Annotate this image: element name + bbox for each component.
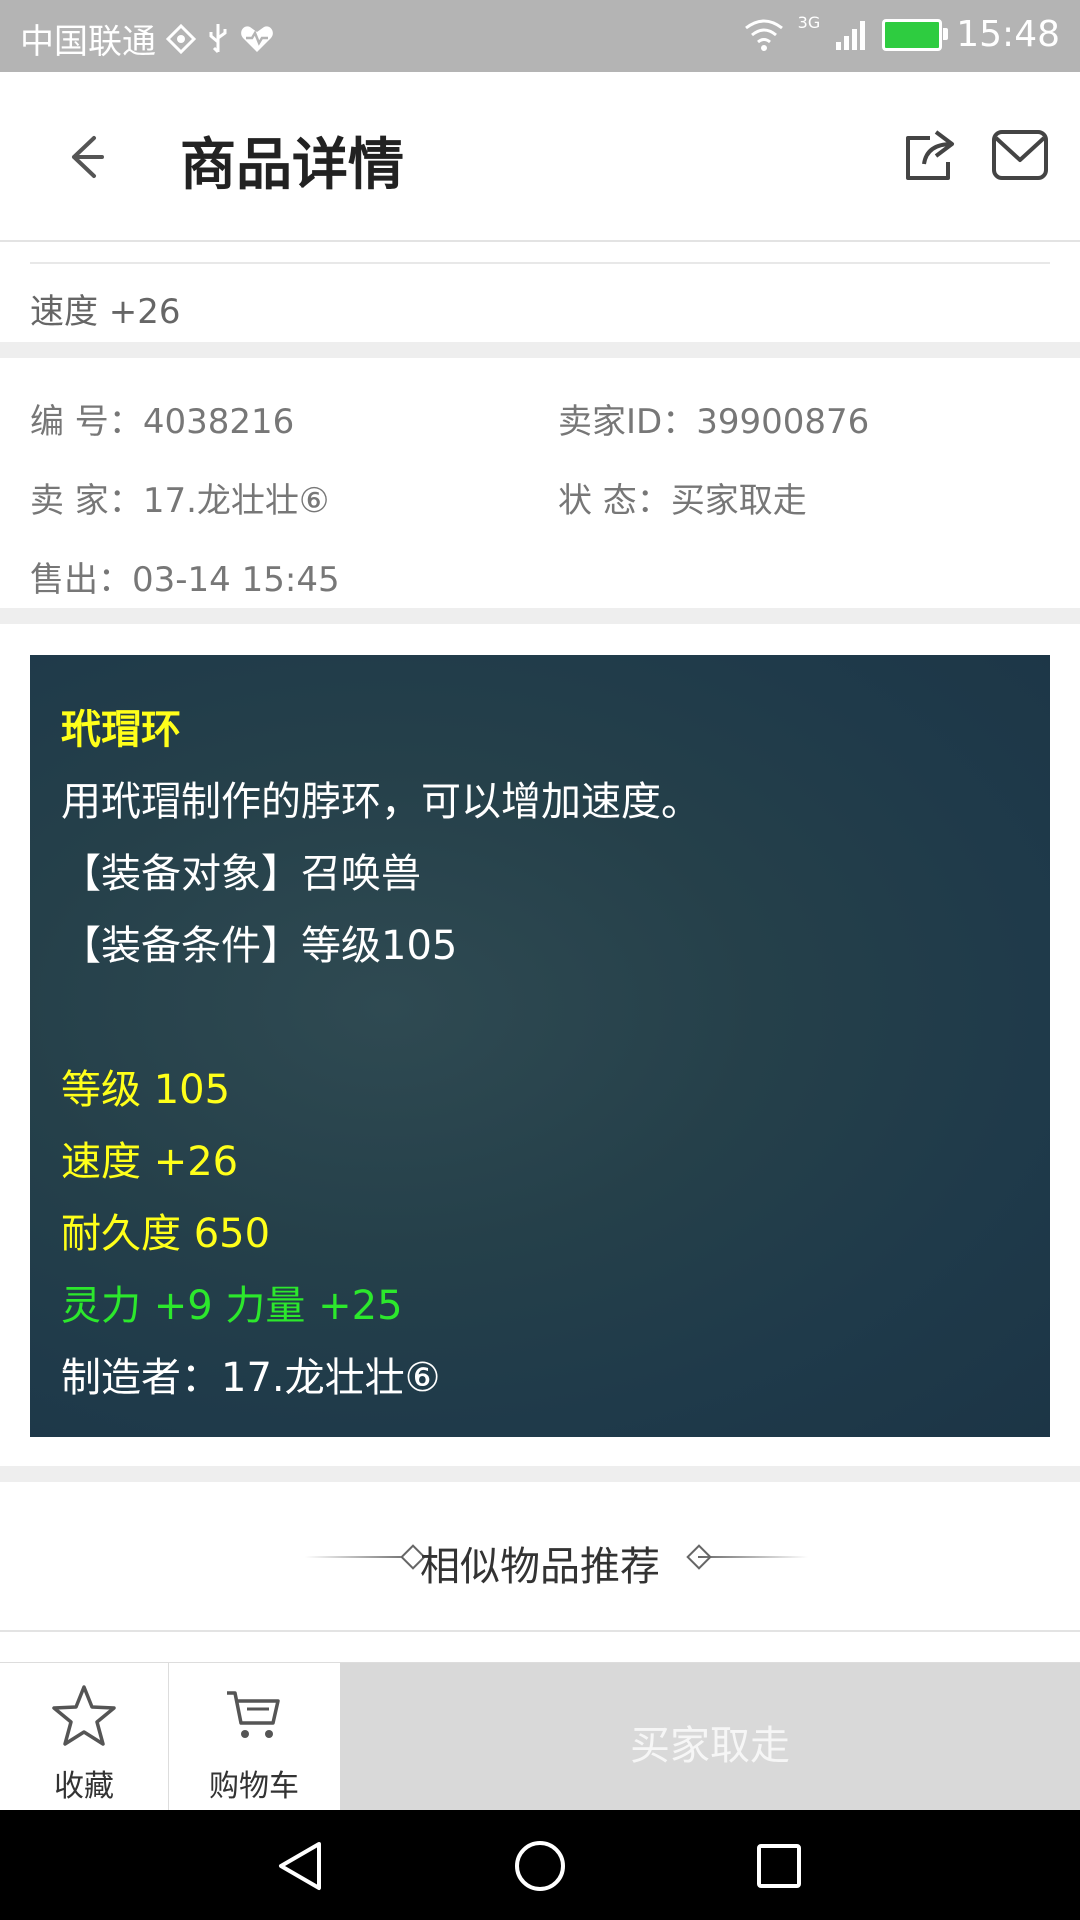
nav-recents-icon[interactable] <box>755 1842 803 1890</box>
item-name: 玳瑁环 <box>61 707 181 753</box>
item-id-row: 编 号：4038216 <box>30 394 294 443</box>
decor-line-right <box>698 1556 808 1558</box>
trade-info: 编 号：4038216 卖家ID：39900876 卖 家：17.龙壮壮⑥ 状 … <box>0 358 1080 608</box>
buy-label: 买家取走 <box>630 1723 790 1769</box>
seller-id-row: 卖家ID：39900876 <box>558 394 869 443</box>
bottom-action-bar: 收藏 购物车 买家取走 <box>0 1662 1080 1811</box>
favorite-button[interactable]: 收藏 <box>0 1663 169 1811</box>
item-id-value: 4038216 <box>142 402 295 442</box>
item-speed: 速度 +26 <box>61 1139 239 1185</box>
share-icon[interactable] <box>900 124 960 184</box>
item-bonus: 灵力 +9 力量 +25 <box>61 1283 403 1329</box>
system-nav-bar <box>0 1810 1080 1920</box>
status-right: 3G 15:48 <box>744 13 1060 55</box>
seller-id-label: 卖家ID： <box>558 402 697 442</box>
equip-condition: 【装备条件】等级105 <box>61 923 458 969</box>
item-summary-text: 速度 +26 <box>30 292 181 332</box>
star-icon <box>52 1685 116 1746</box>
status-bar: 中国联通 3G 15:48 <box>0 0 1080 72</box>
carrier-label: 中国联通 <box>20 22 156 62</box>
item-level: 等级 105 <box>61 1067 231 1113</box>
item-durability: 耐久度 650 <box>61 1211 271 1257</box>
sold-value: 03-14 15:45 <box>132 560 340 600</box>
data-saver-icon <box>166 23 196 54</box>
message-icon[interactable] <box>990 128 1050 182</box>
usb-icon <box>209 23 227 53</box>
divider <box>30 262 1050 264</box>
seller-id-value: 39900876 <box>696 402 870 442</box>
page-title: 商品详情 <box>180 133 404 198</box>
app-header: 商品详情 <box>0 72 1080 242</box>
sold-row: 售出：03-14 15:45 <box>30 552 340 601</box>
seller-value: 17.龙壮壮⑥ <box>142 481 330 521</box>
status-value: 买家取走 <box>670 481 807 521</box>
signal-icon <box>836 20 866 50</box>
status-row: 状 态：买家取走 <box>558 473 807 522</box>
nav-back-icon[interactable] <box>275 1840 325 1892</box>
recommend-title: 相似物品推荐 <box>420 1544 660 1590</box>
section-gap <box>0 342 1080 358</box>
back-arrow-icon[interactable] <box>52 122 122 192</box>
recommend-section: 相似物品推荐 <box>0 1482 1080 1632</box>
cart-label: 购物车 <box>209 1769 299 1804</box>
time-label: 15:48 <box>956 14 1060 55</box>
section-gap <box>0 608 1080 624</box>
nav-home-icon[interactable] <box>513 1839 567 1893</box>
battery-icon <box>882 18 949 51</box>
cart-button[interactable]: 购物车 <box>169 1663 339 1811</box>
sold-label: 售出： <box>30 560 132 600</box>
item-id-label: 编 号： <box>30 402 143 442</box>
favorite-label: 收藏 <box>54 1769 114 1804</box>
buy-button[interactable]: 买家取走 <box>340 1663 1080 1811</box>
status-label: 状 态： <box>558 481 671 521</box>
item-maker: 制造者：17.龙壮壮⑥ <box>61 1355 441 1401</box>
item-description: 用玳瑁制作的脖环，可以增加速度。 <box>61 779 701 825</box>
status-left: 中国联通 <box>20 14 274 63</box>
seller-label: 卖 家： <box>30 481 143 521</box>
network-label: 3G <box>797 13 821 32</box>
equip-target: 【装备对象】召唤兽 <box>61 851 421 897</box>
item-summary: 速度 +26 <box>0 242 1080 342</box>
item-detail-card: 玳瑁环 用玳瑁制作的脖环，可以增加速度。 【装备对象】召唤兽 【装备条件】等级1… <box>30 655 1050 1437</box>
seller-row: 卖 家：17.龙壮壮⑥ <box>30 473 329 522</box>
section-gap <box>0 1466 1080 1482</box>
wifi-icon <box>744 19 783 51</box>
cart-icon <box>227 1691 280 1738</box>
health-icon <box>241 25 273 52</box>
